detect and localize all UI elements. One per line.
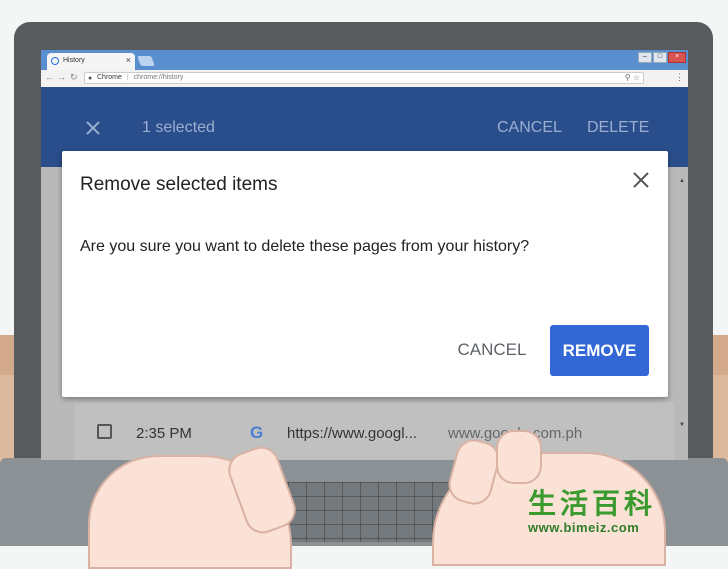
row-time: 2:35 PM: [136, 425, 192, 442]
watermark-chars: 生 活 百 科: [528, 488, 718, 520]
omnibox-separator: |: [126, 74, 129, 81]
forward-arrow-icon[interactable]: →: [57, 72, 66, 82]
back-arrow-icon[interactable]: ←: [45, 72, 54, 82]
watermark-char: 科: [624, 488, 653, 519]
tab-history[interactable]: History ×: [47, 53, 135, 70]
header-delete-button[interactable]: DELETE: [587, 119, 649, 137]
address-bar[interactable]: ● Chrome | chrome://history ⚲ ☆: [84, 72, 644, 84]
tab-title: History: [63, 57, 85, 64]
zoom-icon[interactable]: ⚲ ☆: [625, 73, 640, 83]
dialog-close-icon[interactable]: [630, 169, 652, 191]
window-close-button[interactable]: ×: [668, 52, 686, 63]
dialog-title: Remove selected items: [80, 174, 278, 195]
scrollbar[interactable]: ▲ ▼: [679, 178, 685, 428]
history-favicon-icon: [51, 57, 59, 65]
selected-count: 1 selected: [142, 119, 215, 136]
maximize-button[interactable]: □: [653, 52, 667, 63]
header-cancel-button[interactable]: CANCEL: [497, 119, 562, 137]
new-tab-button[interactable]: [137, 56, 155, 66]
watermark-url: www.bimeiz.com: [528, 520, 640, 535]
row-url[interactable]: https://www.googl...: [287, 425, 417, 442]
tab-close-icon[interactable]: ×: [126, 55, 131, 65]
remove-button[interactable]: REMOVE: [550, 325, 649, 376]
reload-icon[interactable]: ↻: [70, 72, 78, 83]
remove-items-dialog: Remove selected items Are you sure you w…: [62, 151, 668, 397]
watermark-char: 生: [528, 488, 557, 519]
watermark-char: 百: [592, 488, 621, 519]
right-finger: [496, 430, 542, 484]
dialog-message: Are you sure you want to delete these pa…: [80, 238, 530, 255]
window-controls: – □ ×: [638, 52, 686, 63]
watermark-char: 活: [560, 488, 589, 519]
omnibox-url: chrome://history: [133, 74, 184, 81]
row-checkbox[interactable]: [97, 424, 112, 439]
cancel-button[interactable]: CANCEL: [448, 325, 536, 375]
menu-kebab-icon[interactable]: ⋮: [675, 72, 684, 83]
omnibox-chip: Chrome: [97, 74, 122, 81]
scroll-down-arrow-icon[interactable]: ▼: [679, 422, 685, 428]
clear-selection-icon[interactable]: [86, 121, 100, 135]
chrome-page-icon: ●: [88, 75, 93, 82]
minimize-button[interactable]: –: [638, 52, 652, 63]
google-favicon-icon: G: [250, 423, 264, 442]
site-watermark: 生 活 百 科 www.bimeiz.com: [528, 488, 718, 540]
scroll-up-arrow-icon[interactable]: ▲: [679, 178, 685, 184]
browser-tabstrip: History × – □ ×: [41, 50, 688, 70]
browser-toolbar: ← → ↻ ● Chrome | chrome://history ⚲ ☆ ⋮: [41, 70, 688, 88]
